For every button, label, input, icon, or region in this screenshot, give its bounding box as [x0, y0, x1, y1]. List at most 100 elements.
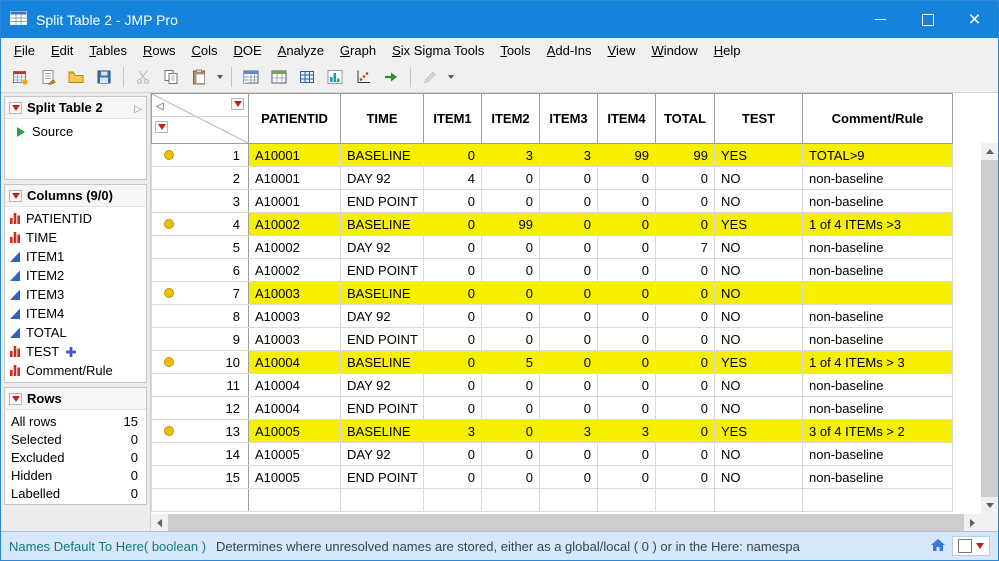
column-item-item4[interactable]: ITEM4	[5, 304, 146, 323]
row-number[interactable]: 5	[151, 235, 249, 259]
column-item-item2[interactable]: ITEM2	[5, 266, 146, 285]
menu-item-analyze[interactable]: Analyze	[270, 40, 332, 61]
cell-patientid[interactable]: A10004	[248, 373, 341, 397]
distribution-icon[interactable]	[322, 64, 348, 90]
cell-item1[interactable]: 0	[423, 396, 482, 420]
cell-item2[interactable]: 0	[481, 189, 540, 213]
cell-comment[interactable]	[802, 281, 953, 305]
menu-item-view[interactable]: View	[600, 40, 644, 61]
cell-item2[interactable]: 0	[481, 442, 540, 466]
row-number[interactable]: 4	[151, 212, 249, 236]
menu-item-edit[interactable]: Edit	[43, 40, 81, 61]
cell-time[interactable]: END POINT	[340, 189, 424, 213]
cell-time[interactable]: END POINT	[340, 258, 424, 282]
cell-item2[interactable]: 0	[481, 396, 540, 420]
row-number[interactable]: 14	[151, 442, 249, 466]
row-number[interactable]: 3	[151, 189, 249, 213]
cell-test[interactable]: NO	[714, 465, 803, 489]
column-item-test[interactable]: TEST	[5, 342, 146, 361]
row-number[interactable]: 15	[151, 465, 249, 489]
cell-item2[interactable]: 3	[481, 143, 540, 167]
vertical-scroll-thumb[interactable]	[981, 160, 998, 497]
cell-patientid[interactable]: A10002	[248, 235, 341, 259]
cell-item3[interactable]: 0	[539, 396, 598, 420]
cell-total[interactable]: 99	[655, 143, 715, 167]
menu-item-help[interactable]: Help	[706, 40, 749, 61]
cell-item4[interactable]: 0	[597, 258, 656, 282]
cell-patientid[interactable]: A10003	[248, 281, 341, 305]
cell-time[interactable]: DAY 92	[340, 166, 424, 190]
column-header-time[interactable]: TIME	[340, 93, 424, 144]
cell-test[interactable]: YES	[714, 143, 803, 167]
menu-item-tables[interactable]: Tables	[81, 40, 135, 61]
cell-patientid[interactable]: A10002	[248, 212, 341, 236]
copy-icon[interactable]	[158, 64, 184, 90]
row-number[interactable]: 13	[151, 419, 249, 443]
cell-item3[interactable]: 3	[539, 419, 598, 443]
column-header-comment[interactable]: Comment/Rule	[802, 93, 953, 144]
cell-item3[interactable]: 0	[539, 235, 598, 259]
cell-test[interactable]: NO	[714, 327, 803, 351]
cell-item2[interactable]: 99	[481, 212, 540, 236]
cell-item1[interactable]: 0	[423, 189, 482, 213]
menu-item-doe[interactable]: DOE	[225, 40, 269, 61]
cell-item4[interactable]: 0	[597, 465, 656, 489]
cell-item2[interactable]: 0	[481, 235, 540, 259]
cell-time[interactable]: DAY 92	[340, 442, 424, 466]
menu-item-graph[interactable]: Graph	[332, 40, 384, 61]
cell-total[interactable]: 0	[655, 189, 715, 213]
cell-item4[interactable]: 99	[597, 143, 656, 167]
cell-total[interactable]: 0	[655, 465, 715, 489]
cell-item4[interactable]: 0	[597, 396, 656, 420]
cell-test[interactable]: YES	[714, 350, 803, 374]
cell-test[interactable]: NO	[714, 166, 803, 190]
cell-item2[interactable]: 0	[481, 327, 540, 351]
cell-item4[interactable]: 0	[597, 212, 656, 236]
minimize-button[interactable]	[857, 1, 904, 38]
cell-total[interactable]: 0	[655, 442, 715, 466]
column-item-comment-rule[interactable]: Comment/Rule	[5, 361, 146, 380]
horizontal-scroll-thumb[interactable]	[168, 514, 964, 531]
cell-item3[interactable]: 3	[539, 143, 598, 167]
cell-patientid[interactable]: A10002	[248, 258, 341, 282]
cell-item3[interactable]: 0	[539, 281, 598, 305]
cell-item1[interactable]: 0	[423, 212, 482, 236]
cell-test[interactable]: NO	[714, 396, 803, 420]
column-header-item2[interactable]: ITEM2	[481, 93, 540, 144]
column-item-item1[interactable]: ITEM1	[5, 247, 146, 266]
cell-total[interactable]: 0	[655, 212, 715, 236]
cell-item2[interactable]: 0	[481, 166, 540, 190]
cell-time[interactable]: END POINT	[340, 327, 424, 351]
column-item-item3[interactable]: ITEM3	[5, 285, 146, 304]
cell-total[interactable]: 7	[655, 235, 715, 259]
cell-comment[interactable]: 3 of 4 ITEMs > 2	[802, 419, 953, 443]
column-item-time[interactable]: TIME	[5, 228, 146, 247]
cell-item4[interactable]: 0	[597, 166, 656, 190]
cell-total[interactable]: 0	[655, 350, 715, 374]
cell-test[interactable]: NO	[714, 258, 803, 282]
column-header-item3[interactable]: ITEM3	[539, 93, 598, 144]
cell-comment[interactable]: non-baseline	[802, 235, 953, 259]
fit-y-x-icon[interactable]	[350, 64, 376, 90]
column-header-patientid[interactable]: PATIENTID	[248, 93, 341, 144]
cell-item4[interactable]: 0	[597, 373, 656, 397]
cell-time[interactable]: DAY 92	[340, 235, 424, 259]
menu-item-cols[interactable]: Cols	[183, 40, 225, 61]
summary-icon[interactable]	[266, 64, 292, 90]
scroll-right-icon[interactable]	[964, 514, 981, 531]
cell-patientid[interactable]: A10004	[248, 350, 341, 374]
cell-total[interactable]: 0	[655, 419, 715, 443]
cell-comment[interactable]: non-baseline	[802, 465, 953, 489]
columns-header-menu-icon[interactable]	[231, 98, 244, 110]
cell-time[interactable]: BASELINE	[340, 350, 424, 374]
cut-icon[interactable]	[130, 64, 156, 90]
cell-test[interactable]: NO	[714, 189, 803, 213]
cell-item3[interactable]: 0	[539, 304, 598, 328]
horizontal-scroll-track[interactable]	[168, 514, 964, 531]
column-header-item1[interactable]: ITEM1	[423, 93, 482, 144]
cell-comment[interactable]: non-baseline	[802, 166, 953, 190]
close-button[interactable]	[951, 1, 998, 38]
cell-item3[interactable]: 0	[539, 166, 598, 190]
cell-time[interactable]: BASELINE	[340, 281, 424, 305]
cell-patientid[interactable]: A10001	[248, 189, 341, 213]
